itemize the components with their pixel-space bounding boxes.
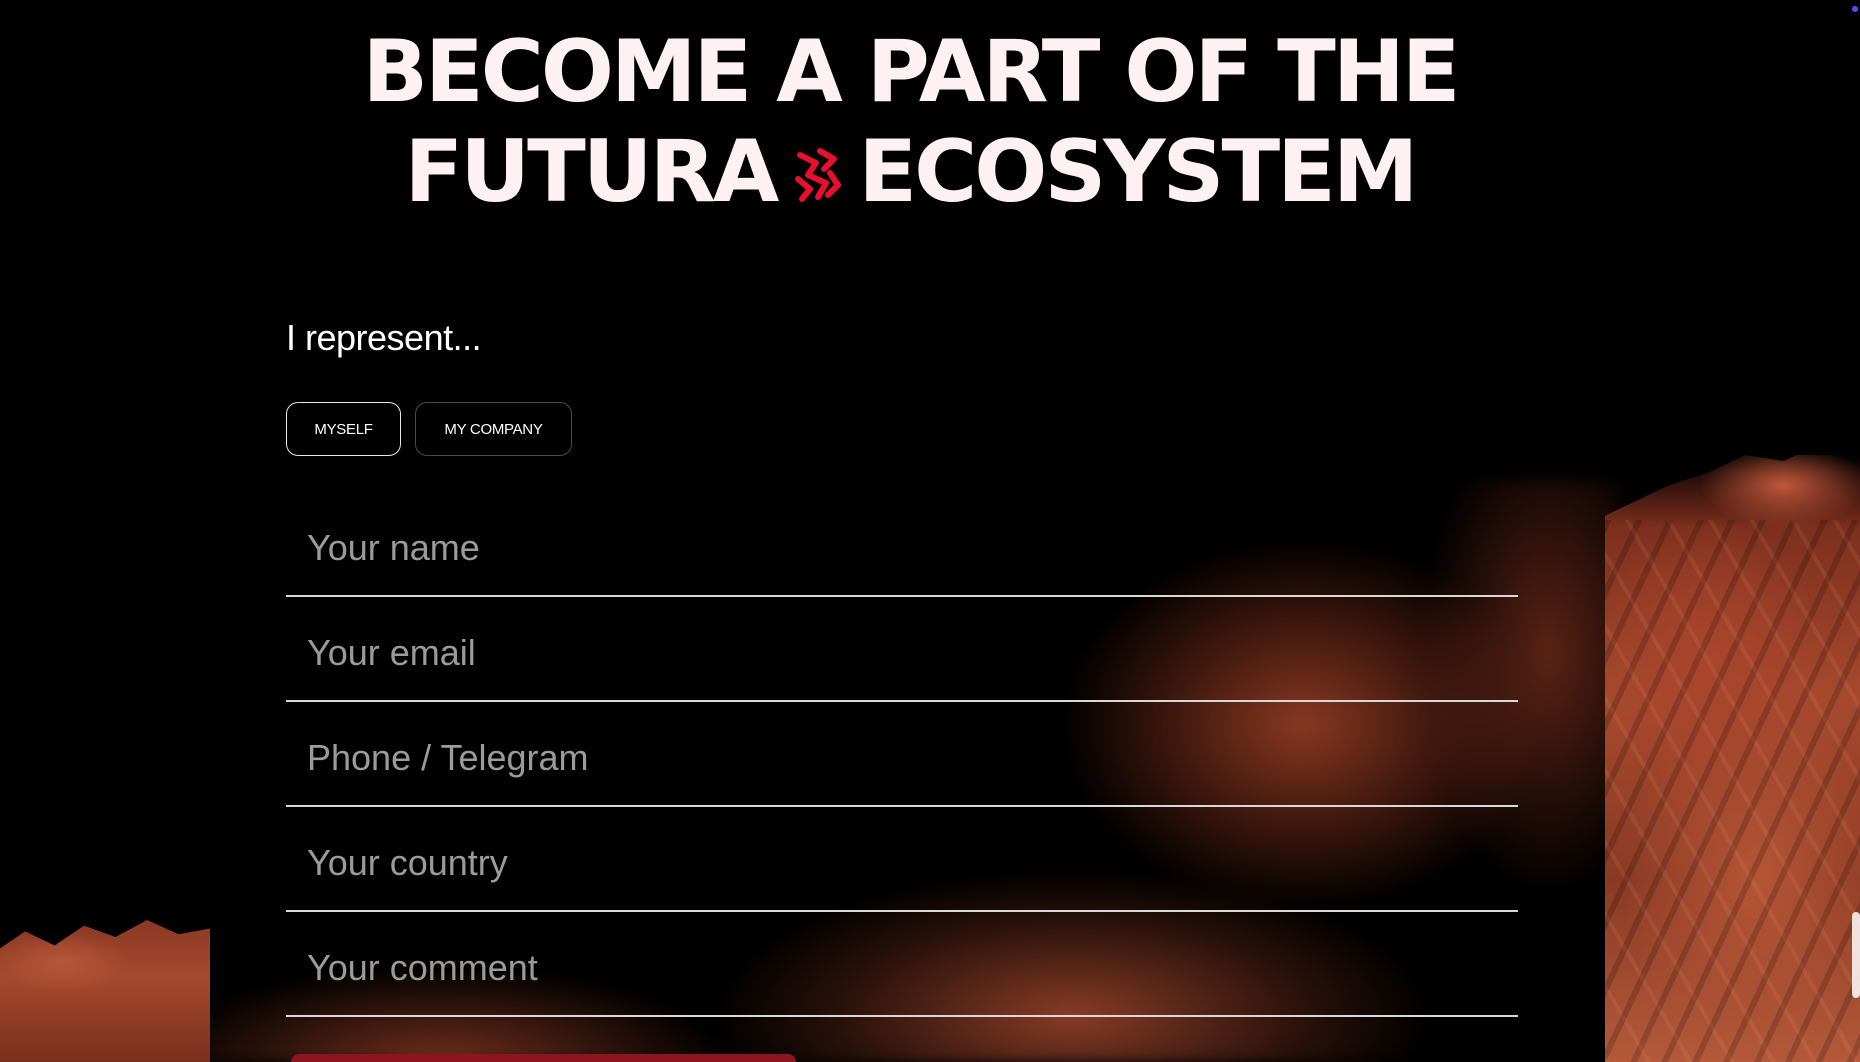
represent-choice-group: MYSELF MY COMPANY [286,402,1518,456]
headline-line-2: FUTURA ECOSYSTEM [0,122,1820,222]
name-field-row [286,492,1518,597]
phone-field-row [286,702,1518,807]
headline-futura: FUTURA [404,122,780,222]
country-input[interactable] [286,841,1518,884]
mars-rock-left [0,920,210,1062]
myself-option-button[interactable]: MYSELF [286,402,401,456]
mars-rock-right [1605,455,1860,1062]
email-input[interactable] [286,631,1518,674]
email-field-row [286,597,1518,702]
headline-ecosystem: ECOSYSTEM [858,122,1418,222]
comment-field-row [286,912,1518,1017]
represent-label: I represent... [286,317,482,358]
name-input[interactable] [286,526,1518,569]
signup-form: I represent... MYSELF MY COMPANY [286,310,1518,1017]
submit-button[interactable] [291,1054,796,1062]
country-field-row [286,807,1518,912]
futura-logo-icon [790,128,844,202]
comment-input[interactable] [286,946,1518,989]
headline-line-1: BECOME A PART OF THE [362,22,1460,122]
scrollbar-thumb[interactable] [1852,912,1860,998]
phone-telegram-input[interactable] [286,736,1518,779]
corner-indicator [1852,6,1858,12]
mars-rock-texture [1605,520,1860,1062]
page-headline: BECOME A PART OF THE FUTURA ECOSYSTEM [0,22,1820,222]
my-company-option-button[interactable]: MY COMPANY [415,402,572,456]
